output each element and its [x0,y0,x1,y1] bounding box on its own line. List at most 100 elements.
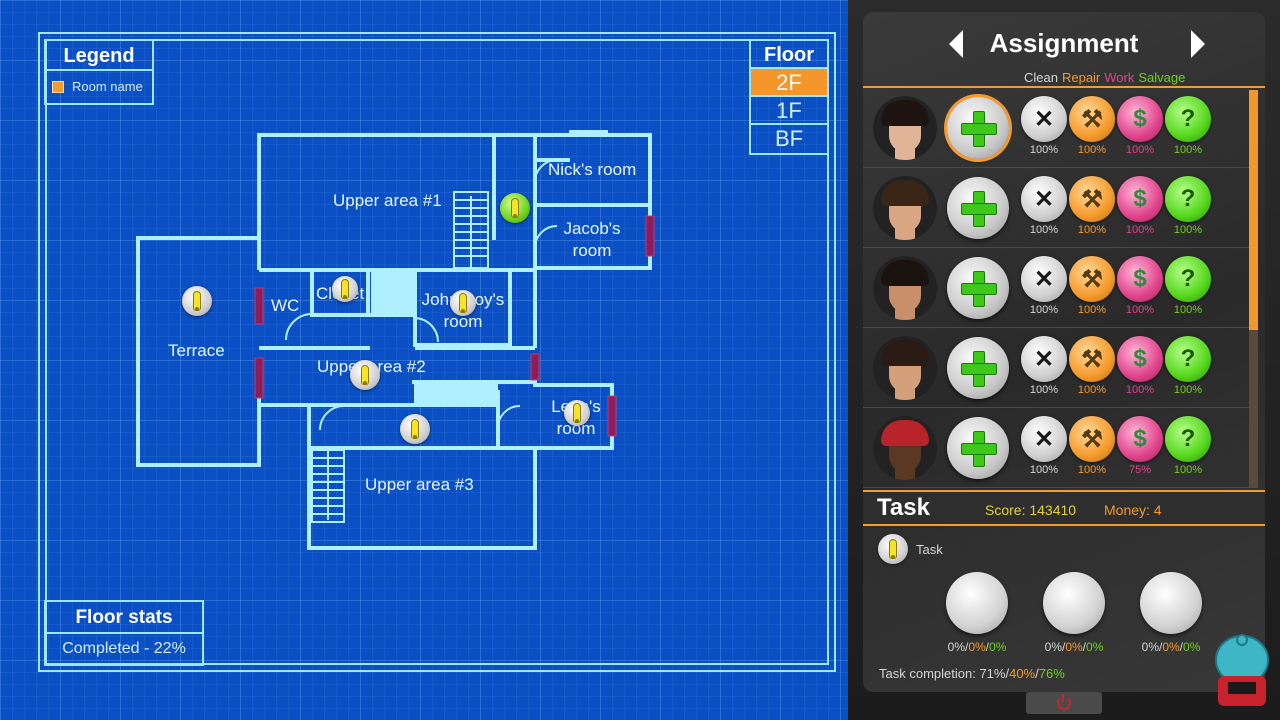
skill-salvage[interactable]: ? 100% [1165,96,1211,156]
skill-salvage[interactable]: ? 100% [1165,256,1211,316]
task-marker-corridor[interactable] [400,414,430,444]
skill-salvage-percent: 100% [1173,384,1203,396]
task-slot-3-pct: 0%/0%/0% [1141,640,1201,654]
hammer-icon: ⚒ [1069,176,1115,222]
room-label-jacobs-room: Jacob's room [563,219,621,260]
task-marker-upper-area-1[interactable] [500,193,530,223]
category-clean: Clean [1024,70,1058,85]
skill-salvage[interactable]: ? 100% [1165,416,1211,476]
task-marker-terrace[interactable] [182,286,212,316]
scrollbar-thumb[interactable] [1249,90,1258,330]
money-icon: $ [1117,176,1163,222]
mascot-avatar [1215,634,1269,706]
question-icon: ? [1165,416,1211,462]
character-list-scrollbar[interactable] [1249,90,1258,488]
floor-fill-corridor [414,384,498,406]
assign-add-button[interactable] [947,417,1009,479]
broom-icon: ✕ [1021,336,1067,382]
task-completion-c: 76% [1038,666,1065,681]
task-slot-3-b: 0% [1162,640,1180,654]
money-icon: $ [1117,416,1163,462]
task-legend-icon [878,534,908,564]
character-avatar[interactable] [873,176,937,240]
character-row[interactable]: ✕ 100% ⚒ 100% $100%? 100% [863,88,1255,168]
skill-work-percent: 100% [1125,304,1155,316]
assignment-header: Assignment [863,22,1265,66]
skill-work-percent: 100% [1125,224,1155,236]
skill-work[interactable]: $75% [1117,416,1163,476]
task-slot-3[interactable] [1140,572,1202,634]
skill-work[interactable]: $100% [1117,96,1163,156]
character-avatar[interactable] [873,416,937,480]
character-avatar[interactable] [873,336,937,400]
task-completion: Task completion: 71%/40%/76% [879,666,1065,681]
hammer-icon: ⚒ [1069,256,1115,302]
task-marker-leons-room[interactable] [564,400,590,426]
character-avatar[interactable] [873,256,937,320]
task-title: Task [877,494,930,521]
power-button[interactable] [1026,692,1102,714]
skill-salvage-percent: 100% [1173,224,1203,236]
locked-door-terrace-bottom [254,357,264,399]
task-slot-1-a: 0% [947,640,965,654]
task-marker-closet[interactable] [332,276,358,302]
task-slot-1-pct: 0%/0%/0% [947,640,1007,654]
skill-repair[interactable]: ⚒ 100% [1069,96,1115,156]
task-completion-a: 71% [979,666,1006,681]
assign-add-button[interactable] [947,177,1009,239]
skill-repair[interactable]: ⚒ 100% [1069,256,1115,316]
task-slot-2-a: 0% [1044,640,1062,654]
skill-clean[interactable]: ✕ 100% [1021,336,1067,396]
broom-icon: ✕ [1021,96,1067,142]
task-marker-john-boys-room[interactable] [450,290,476,316]
character-avatar[interactable] [873,96,937,160]
skill-clean-percent: 100% [1029,144,1059,156]
hammer-icon: ⚒ [1069,416,1115,462]
task-slot-1[interactable] [946,572,1008,634]
character-row[interactable]: ✕ 100% ⚒ 100% $100%? 100% [863,168,1255,248]
skill-clean[interactable]: ✕ 100% [1021,96,1067,156]
task-slot-2-pct: 0%/0%/0% [1044,640,1104,654]
skill-repair[interactable]: ⚒ 100% [1069,416,1115,476]
skill-clean[interactable]: ✕ 100% [1021,416,1067,476]
money-icon: $ [1117,96,1163,142]
skill-salvage[interactable]: ? 100% [1165,336,1211,396]
task-slot-3-a: 0% [1141,640,1159,654]
skill-repair[interactable]: ⚒ 100% [1069,336,1115,396]
skill-salvage[interactable]: ? 100% [1165,176,1211,236]
skill-repair-percent: 100% [1077,464,1107,476]
door-area3-right [496,404,521,431]
broom-icon: ✕ [1021,416,1067,462]
skill-work[interactable]: $100% [1117,256,1163,316]
task-completion-b: 40% [1009,666,1036,681]
chevron-right-icon[interactable] [1191,30,1205,58]
task-slot-2-b: 0% [1065,640,1083,654]
question-icon: ? [1165,256,1211,302]
skill-work[interactable]: $100% [1117,176,1163,236]
category-repair: Repair [1061,70,1101,85]
skill-repair-percent: 100% [1077,144,1107,156]
skill-salvage-percent: 100% [1173,304,1203,316]
character-row[interactable]: ✕ 100% ⚒ 100% $100%? 100% [863,248,1255,328]
skill-work-percent: 75% [1128,464,1152,476]
locked-door-jacob [645,215,655,257]
skill-repair-percent: 100% [1077,224,1107,236]
character-row[interactable]: ✕ 100% ⚒ 100% $100%? 100% [863,328,1255,408]
character-row[interactable]: ✕ 100% ⚒ 100% $75%? 100% [863,408,1255,488]
question-icon: ? [1165,336,1211,382]
skill-repair[interactable]: ⚒ 100% [1069,176,1115,236]
skill-work[interactable]: $100% [1117,336,1163,396]
assign-add-button[interactable] [947,97,1009,159]
skill-clean[interactable]: ✕ 100% [1021,176,1067,236]
assign-add-button[interactable] [947,337,1009,399]
room-label-nicks-room: Nick's room [548,160,637,179]
room-label-wc: WC [271,296,300,315]
locked-door-terrace-top [254,287,264,325]
assign-add-button[interactable] [947,257,1009,319]
room-label-upper-area-1: Upper area #1 [333,191,442,210]
task-marker-upper-area-2[interactable] [350,360,380,390]
skill-clean[interactable]: ✕ 100% [1021,256,1067,316]
category-salvage: Salvage [1138,70,1186,85]
task-slot-2[interactable] [1043,572,1105,634]
category-labels: Clean Repair Work Salvage [1024,70,1185,85]
